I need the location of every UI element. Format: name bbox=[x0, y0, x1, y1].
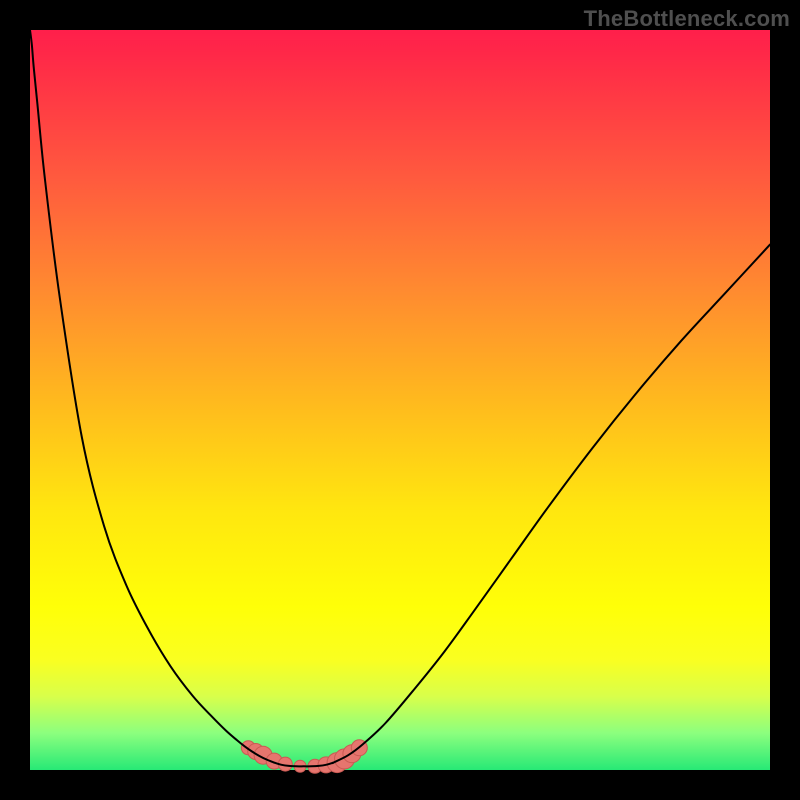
bottleneck-curve bbox=[30, 30, 770, 766]
chart-svg bbox=[30, 30, 770, 770]
watermark-text: TheBottleneck.com bbox=[584, 6, 790, 32]
